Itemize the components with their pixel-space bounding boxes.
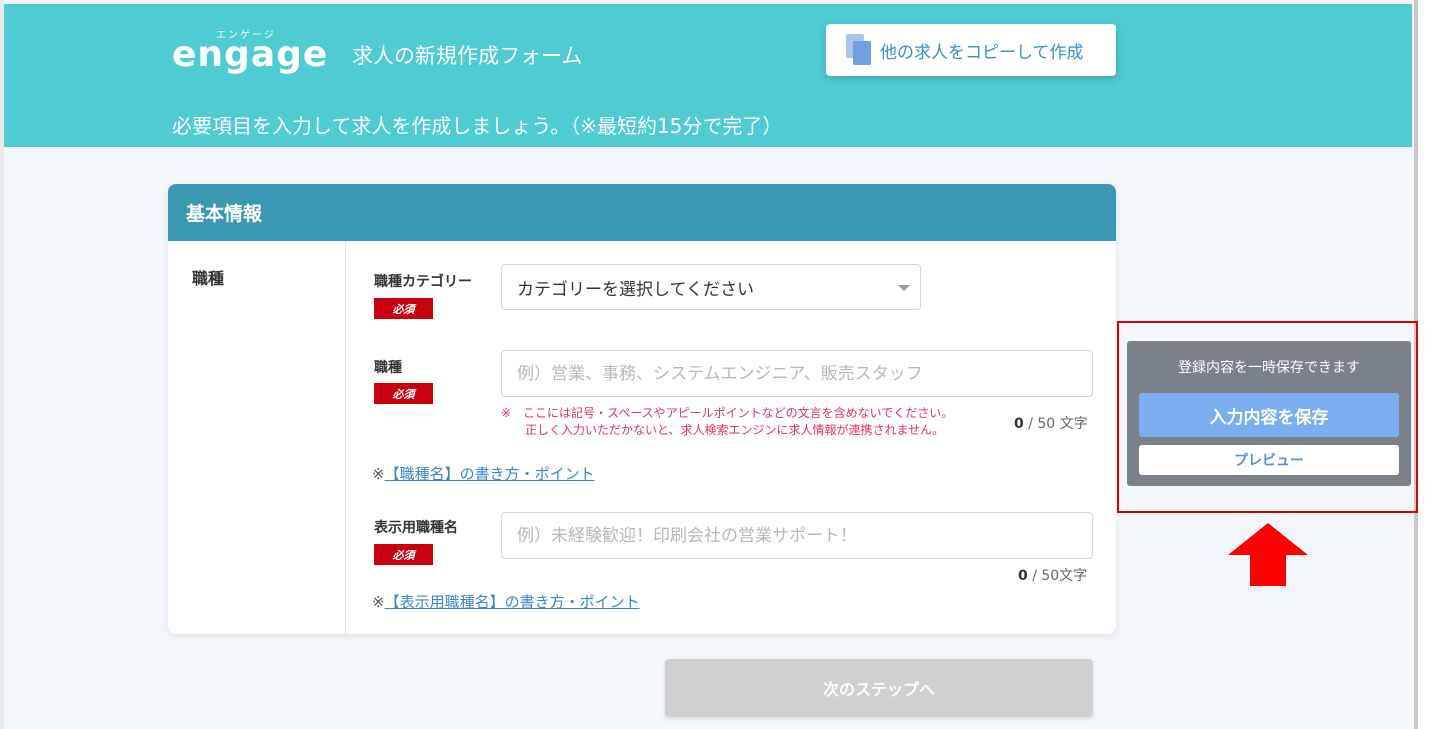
display-job-guide-link[interactable]: 【表示用職種名】の書き方・ポイント — [385, 593, 640, 611]
job-type-input[interactable] — [501, 350, 1093, 397]
arrow-up-icon — [1228, 523, 1308, 586]
char-count: 0 — [1014, 416, 1024, 432]
side-label-job: 職種 — [192, 269, 225, 288]
page-title: 求人の新規作成フォーム — [352, 44, 583, 68]
copy-icon — [846, 34, 872, 66]
job-type-label: 職種 — [374, 360, 402, 376]
next-step-button[interactable]: 次のステップへ — [665, 659, 1093, 717]
required-badge: 必須 — [374, 383, 433, 404]
category-label: 職種カテゴリー — [374, 274, 472, 290]
job-type-char-counter: 0 / 50 文字 — [1014, 413, 1088, 433]
guide-prefix: ※ — [372, 465, 385, 483]
job-type-guide-link[interactable]: 【職種名】の書き方・ポイント — [385, 465, 595, 483]
card-side-column: 職種 — [168, 241, 346, 634]
char-count-max: / 50 文字 — [1028, 416, 1088, 432]
char-count: 0 — [1018, 568, 1028, 584]
required-badge: 必須 — [374, 298, 433, 319]
basic-info-card: 基本情報 職種 職種カテゴリー 必須 カテゴリーを選択してください 職種 必須 … — [168, 184, 1116, 634]
copy-job-button-label: 他の求人をコピーして作成 — [880, 42, 1084, 63]
highlight-box — [1117, 321, 1418, 513]
copy-job-button[interactable]: 他の求人をコピーして作成 — [826, 24, 1116, 76]
category-select-value: カテゴリーを選択してください — [517, 279, 754, 300]
char-count-max: / 50文字 — [1032, 568, 1088, 584]
header: エンゲージ engage 求人の新規作成フォーム 必要項目を入力して求人を作成し… — [4, 4, 1412, 147]
category-select[interactable]: カテゴリーを選択してください — [501, 264, 921, 310]
warning-line: ※ ここには記号・スペースやアピールポイントなどの文言を含めないでください。 — [501, 406, 954, 420]
warning-line: 正しく入力いただかないと、求人検索エンジンに求人情報が連携されません。 — [525, 423, 945, 437]
display-job-guide: ※【表示用職種名】の書き方・ポイント — [372, 591, 640, 612]
chevron-down-icon — [898, 285, 910, 291]
job-type-guide: ※【職種名】の書き方・ポイント — [372, 463, 595, 484]
display-job-input[interactable] — [501, 512, 1093, 559]
display-job-char-counter: 0 / 50文字 — [1018, 565, 1087, 585]
logo-word: engage — [172, 34, 329, 75]
card-title: 基本情報 — [168, 184, 1116, 241]
display-job-label: 表示用職種名 — [374, 520, 458, 536]
required-badge: 必須 — [374, 544, 433, 565]
job-type-warning: ※ ここには記号・スペースやアピールポイントなどの文言を含めないでください。 正… — [501, 405, 953, 439]
guide-prefix: ※ — [372, 593, 385, 611]
page-subtitle: 必要項目を入力して求人を作成しましょう。（※最短約15分で完了） — [172, 114, 783, 138]
